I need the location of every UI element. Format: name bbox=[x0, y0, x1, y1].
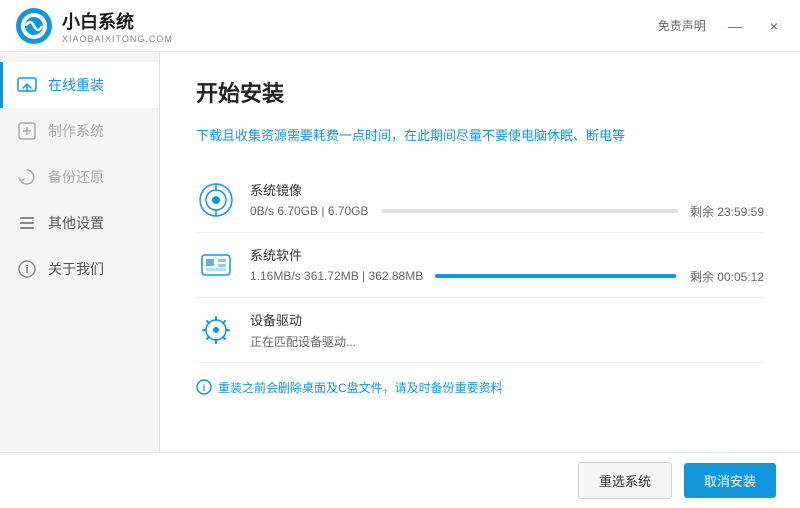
svg-text:i: i bbox=[25, 264, 28, 276]
sidebar-item-online-install[interactable]: 在线重装 bbox=[0, 62, 159, 108]
device-driver-progress-row: 正在匹配设备驱动... bbox=[250, 333, 764, 350]
about-us-icon: i bbox=[16, 258, 38, 280]
device-driver-speed: 正在匹配设备驱动... bbox=[250, 333, 356, 350]
system-image-speed: 0B/s 6.70GB | 6.70GB bbox=[250, 204, 369, 218]
make-system-icon bbox=[16, 120, 38, 142]
window-controls: 免责声明 — × bbox=[658, 16, 784, 36]
device-driver-icon bbox=[196, 310, 236, 350]
system-software-speed: 1.16MB/s 361.72MB | 362.88MB bbox=[250, 269, 423, 283]
system-image-info: 系统镜像 0B/s 6.70GB | 6.70GB 剩余 23:59:59 bbox=[250, 180, 764, 220]
reselect-button[interactable]: 重选系统 bbox=[578, 462, 672, 499]
title-bar: 小白系统 XIAOBAIXITONG.COM 免责声明 — × bbox=[0, 0, 800, 52]
sidebar-item-make-system: 制作系统 bbox=[0, 108, 159, 154]
cancel-install-button[interactable]: 取消安装 bbox=[684, 463, 776, 498]
system-software-info: 系统软件 1.16MB/s 361.72MB | 362.88MB 剩余 00:… bbox=[250, 245, 764, 285]
sidebar-item-backup-restore: 备份还原 bbox=[0, 154, 159, 200]
system-image-name: 系统镜像 bbox=[250, 180, 764, 199]
download-list: 系统镜像 0B/s 6.70GB | 6.70GB 剩余 23:59:59 bbox=[196, 168, 764, 363]
system-image-progress-bar bbox=[381, 209, 678, 213]
warning-icon: i bbox=[196, 379, 212, 395]
logo-icon bbox=[16, 8, 52, 44]
notice-bar: 下载且收集资源需要耗费一点时间，在此期间尽量不要使电脑休眠、断电等 bbox=[196, 126, 764, 146]
content-area: 开始安装 下载且收集资源需要耗费一点时间，在此期间尽量不要使电脑休眠、断电等 系… bbox=[160, 52, 800, 508]
minimize-button[interactable]: — bbox=[722, 16, 748, 36]
page-title: 开始安装 bbox=[196, 76, 764, 108]
backup-restore-icon bbox=[16, 166, 38, 188]
system-software-progress-row: 1.16MB/s 361.72MB | 362.88MB 剩余 00:05:12 bbox=[250, 268, 764, 285]
system-software-remaining: 剩余 00:05:12 bbox=[690, 268, 764, 285]
system-software-name: 系统软件 bbox=[250, 245, 764, 264]
disclaimer-button[interactable]: 免责声明 bbox=[658, 17, 706, 34]
sidebar-label-online-install: 在线重装 bbox=[48, 75, 104, 95]
sidebar: 在线重装 制作系统 备份还原 bbox=[0, 52, 160, 508]
system-image-progress-row: 0B/s 6.70GB | 6.70GB 剩余 23:59:59 bbox=[250, 203, 764, 220]
download-item-device-driver: 设备驱动 正在匹配设备驱动... bbox=[196, 298, 764, 363]
online-install-icon bbox=[16, 74, 38, 96]
app-domain: XIAOBAIXITONG.COM bbox=[62, 34, 173, 44]
sidebar-label-other-settings: 其他设置 bbox=[48, 213, 104, 233]
system-image-remaining: 剩余 23:59:59 bbox=[690, 203, 764, 220]
main-layout: 在线重装 制作系统 备份还原 bbox=[0, 52, 800, 508]
download-item-system-image: 系统镜像 0B/s 6.70GB | 6.70GB 剩余 23:59:59 bbox=[196, 168, 764, 233]
close-button[interactable]: × bbox=[764, 16, 784, 36]
sidebar-item-about-us[interactable]: i 关于我们 bbox=[0, 246, 159, 292]
device-driver-info: 设备驱动 正在匹配设备驱动... bbox=[250, 310, 764, 350]
system-software-progress-bar bbox=[435, 274, 678, 278]
device-driver-name: 设备驱动 bbox=[250, 310, 764, 329]
logo-text: 小白系统 XIAOBAIXITONG.COM bbox=[62, 8, 173, 44]
other-settings-icon bbox=[16, 212, 38, 234]
sidebar-label-make-system: 制作系统 bbox=[48, 121, 104, 141]
sidebar-label-backup-restore: 备份还原 bbox=[48, 167, 104, 187]
app-name: 小白系统 bbox=[62, 8, 173, 34]
download-item-system-software: 系统软件 1.16MB/s 361.72MB | 362.88MB 剩余 00:… bbox=[196, 233, 764, 298]
system-software-progress-fill bbox=[435, 274, 675, 278]
system-image-icon bbox=[196, 180, 236, 220]
logo-area: 小白系统 XIAOBAIXITONG.COM bbox=[16, 8, 173, 44]
sidebar-item-other-settings[interactable]: 其他设置 bbox=[0, 200, 159, 246]
bottom-bar: 重选系统 取消安装 bbox=[0, 452, 800, 508]
warning-text: 重装之前会删除桌面及C盘文件，请及时备份重要资料 bbox=[218, 379, 503, 396]
warning-footer: i 重装之前会删除桌面及C盘文件，请及时备份重要资料 bbox=[196, 379, 764, 396]
svg-text:i: i bbox=[203, 383, 206, 393]
system-software-icon bbox=[196, 245, 236, 285]
sidebar-label-about-us: 关于我们 bbox=[48, 259, 104, 279]
